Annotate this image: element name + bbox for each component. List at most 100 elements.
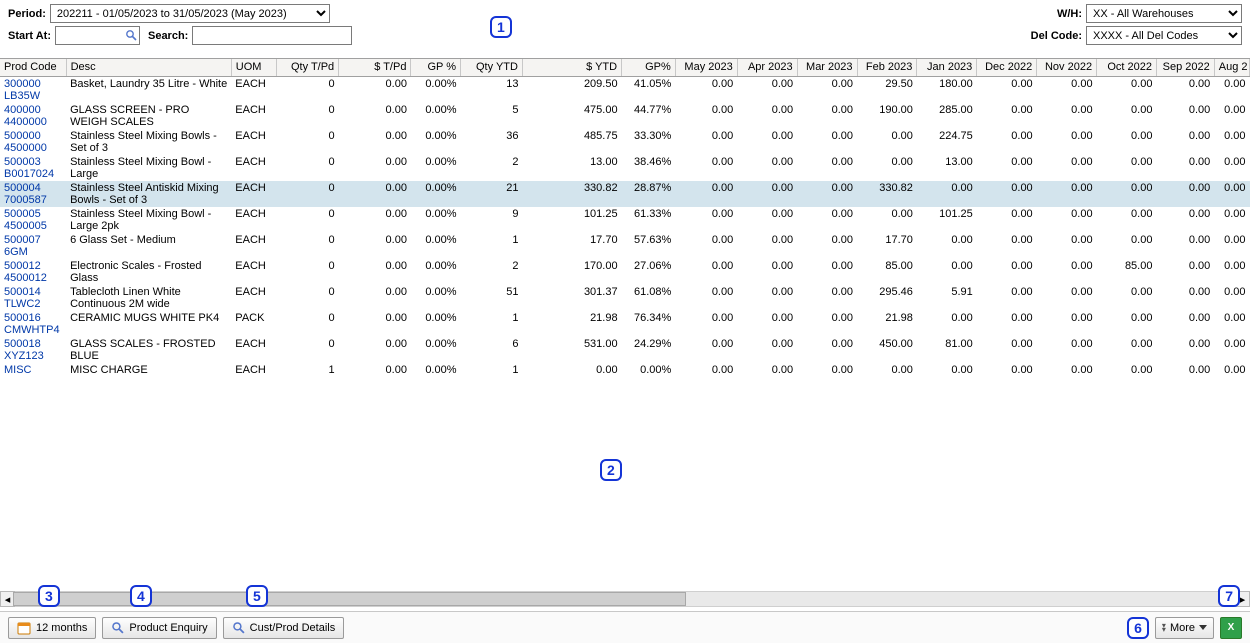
column-header[interactable]: Desc <box>66 59 231 76</box>
cell: 38.46% <box>622 155 676 181</box>
cell: 36 <box>461 129 523 155</box>
cell: 0.00 <box>977 155 1037 181</box>
table-row[interactable]: 300000 LB35WBasket, Laundry 35 Litre - W… <box>0 76 1250 103</box>
horizontal-scrollbar[interactable]: ◂ ▸ <box>12 591 1238 607</box>
cell: 0.00 <box>737 76 797 103</box>
cell: 0.00 <box>675 337 737 363</box>
cell: 6 Glass Set - Medium <box>66 233 231 259</box>
cell: 76.34% <box>622 311 676 337</box>
column-header[interactable]: Mar 2023 <box>797 59 857 76</box>
cell: 0 <box>277 311 339 337</box>
cell: 0.00 <box>797 285 857 311</box>
table-row[interactable]: 500014 TLWC2Tablecloth Linen White Conti… <box>0 285 1250 311</box>
grid-header-row[interactable]: Prod CodeDescUOMQty T/Pd$ T/PdGP %Qty YT… <box>0 59 1250 76</box>
column-header[interactable]: GP % <box>411 59 461 76</box>
cell: 0.00 <box>675 207 737 233</box>
table-row[interactable]: 500018 XYZ123GLASS SCALES - FROSTED BLUE… <box>0 337 1250 363</box>
cell: 500018 XYZ123 <box>0 337 66 363</box>
cell: 0.00 <box>675 155 737 181</box>
cell: 0.00% <box>411 285 461 311</box>
cell: 0.00 <box>339 155 411 181</box>
cell: 28.87% <box>622 181 676 207</box>
annotation-marker-5: 5 <box>246 585 268 607</box>
product-enquiry-button[interactable]: Product Enquiry <box>102 617 216 639</box>
cell: 0.00% <box>411 129 461 155</box>
annotation-marker-2: 2 <box>600 459 622 481</box>
column-header[interactable]: Apr 2023 <box>737 59 797 76</box>
cell: EACH <box>231 103 276 129</box>
cell: 0 <box>277 233 339 259</box>
cell: 0.00 <box>1097 155 1157 181</box>
table-row[interactable]: 500003 B0017024Stainless Steel Mixing Bo… <box>0 155 1250 181</box>
cell: 2 <box>461 259 523 285</box>
cell: 500005 4500005 <box>0 207 66 233</box>
more-button[interactable]: ▾▾ More <box>1155 617 1214 639</box>
cell: 0.00 <box>737 337 797 363</box>
cell: 0.00 <box>737 233 797 259</box>
cell: 2 <box>461 155 523 181</box>
column-header[interactable]: GP% <box>622 59 676 76</box>
cell: 0.00% <box>411 76 461 103</box>
cell: 0 <box>277 285 339 311</box>
cell: 81.00 <box>917 337 977 363</box>
table-row[interactable]: 400000 4400000GLASS SCREEN - PRO WEIGH S… <box>0 103 1250 129</box>
startat-search-icon[interactable] <box>124 28 138 42</box>
column-header[interactable]: Sep 2022 <box>1156 59 1214 76</box>
search-icon <box>111 621 124 634</box>
column-header[interactable]: Feb 2023 <box>857 59 917 76</box>
cell: 0 <box>277 337 339 363</box>
cell: Stainless Steel Mixing Bowl - Large 2pk <box>66 207 231 233</box>
period-select[interactable]: 202211 - 01/05/2023 to 31/05/2023 (May 2… <box>50 4 330 23</box>
cell: 0.00 <box>1156 285 1214 311</box>
column-header[interactable]: Prod Code <box>0 59 66 76</box>
cell: 300000 LB35W <box>0 76 66 103</box>
cell: 0.00 <box>1214 129 1249 155</box>
column-header[interactable]: Dec 2022 <box>977 59 1037 76</box>
cell: 0 <box>277 76 339 103</box>
cell: 500012 4500012 <box>0 259 66 285</box>
column-header[interactable]: Qty T/Pd <box>277 59 339 76</box>
cell: 0.00 <box>1097 337 1157 363</box>
cell: 0.00 <box>1097 207 1157 233</box>
column-header[interactable]: $ YTD <box>522 59 621 76</box>
cell: 0.00 <box>1156 129 1214 155</box>
cell: 0.00% <box>411 155 461 181</box>
column-header[interactable]: $ T/Pd <box>339 59 411 76</box>
search-input[interactable] <box>192 26 352 45</box>
export-excel-button[interactable]: X <box>1220 617 1242 639</box>
dropdown-caret-icon <box>1199 625 1207 630</box>
cell: 0.00 <box>917 363 977 377</box>
cell: 0 <box>277 207 339 233</box>
warehouse-select[interactable]: XX - All Warehouses <box>1086 4 1242 23</box>
cell: 0.00 <box>1037 259 1097 285</box>
column-header[interactable]: May 2023 <box>675 59 737 76</box>
cell: 0.00 <box>1037 363 1097 377</box>
cell: MISC CHARGE <box>66 363 231 377</box>
column-header[interactable]: Nov 2022 <box>1037 59 1097 76</box>
cell: 0.00 <box>1214 259 1249 285</box>
cell: 0.00 <box>977 103 1037 129</box>
table-row[interactable]: MISCMISC CHARGEEACH10.000.00%10.000.00%0… <box>0 363 1250 377</box>
column-header[interactable]: UOM <box>231 59 276 76</box>
table-row[interactable]: 500004 7000587Stainless Steel Antiskid M… <box>0 181 1250 207</box>
scroll-thumb[interactable] <box>13 592 686 606</box>
column-header[interactable]: Jan 2023 <box>917 59 977 76</box>
column-header[interactable]: Qty YTD <box>461 59 523 76</box>
cell: 0.00 <box>1214 233 1249 259</box>
cust-prod-details-button[interactable]: Cust/Prod Details <box>223 617 345 639</box>
column-header[interactable]: Aug 2 <box>1214 59 1249 76</box>
table-row[interactable]: 500000 4500000Stainless Steel Mixing Bow… <box>0 129 1250 155</box>
cell: 0 <box>277 155 339 181</box>
cell: 0.00 <box>1156 155 1214 181</box>
cell: 0.00 <box>797 233 857 259</box>
table-row[interactable]: 500007 6GM6 Glass Set - MediumEACH00.000… <box>0 233 1250 259</box>
delcode-select[interactable]: XXXX - All Del Codes <box>1086 26 1242 45</box>
table-row[interactable]: 500012 4500012Electronic Scales - Froste… <box>0 259 1250 285</box>
cell: 21.98 <box>522 311 621 337</box>
cell: 33.30% <box>622 129 676 155</box>
table-row[interactable]: 500016 CMWHTP4CERAMIC MUGS WHITE PK4PACK… <box>0 311 1250 337</box>
column-header[interactable]: Oct 2022 <box>1097 59 1157 76</box>
twelve-months-button[interactable]: 12 months <box>8 617 96 639</box>
table-row[interactable]: 500005 4500005Stainless Steel Mixing Bow… <box>0 207 1250 233</box>
cell: 0.00 <box>1214 285 1249 311</box>
